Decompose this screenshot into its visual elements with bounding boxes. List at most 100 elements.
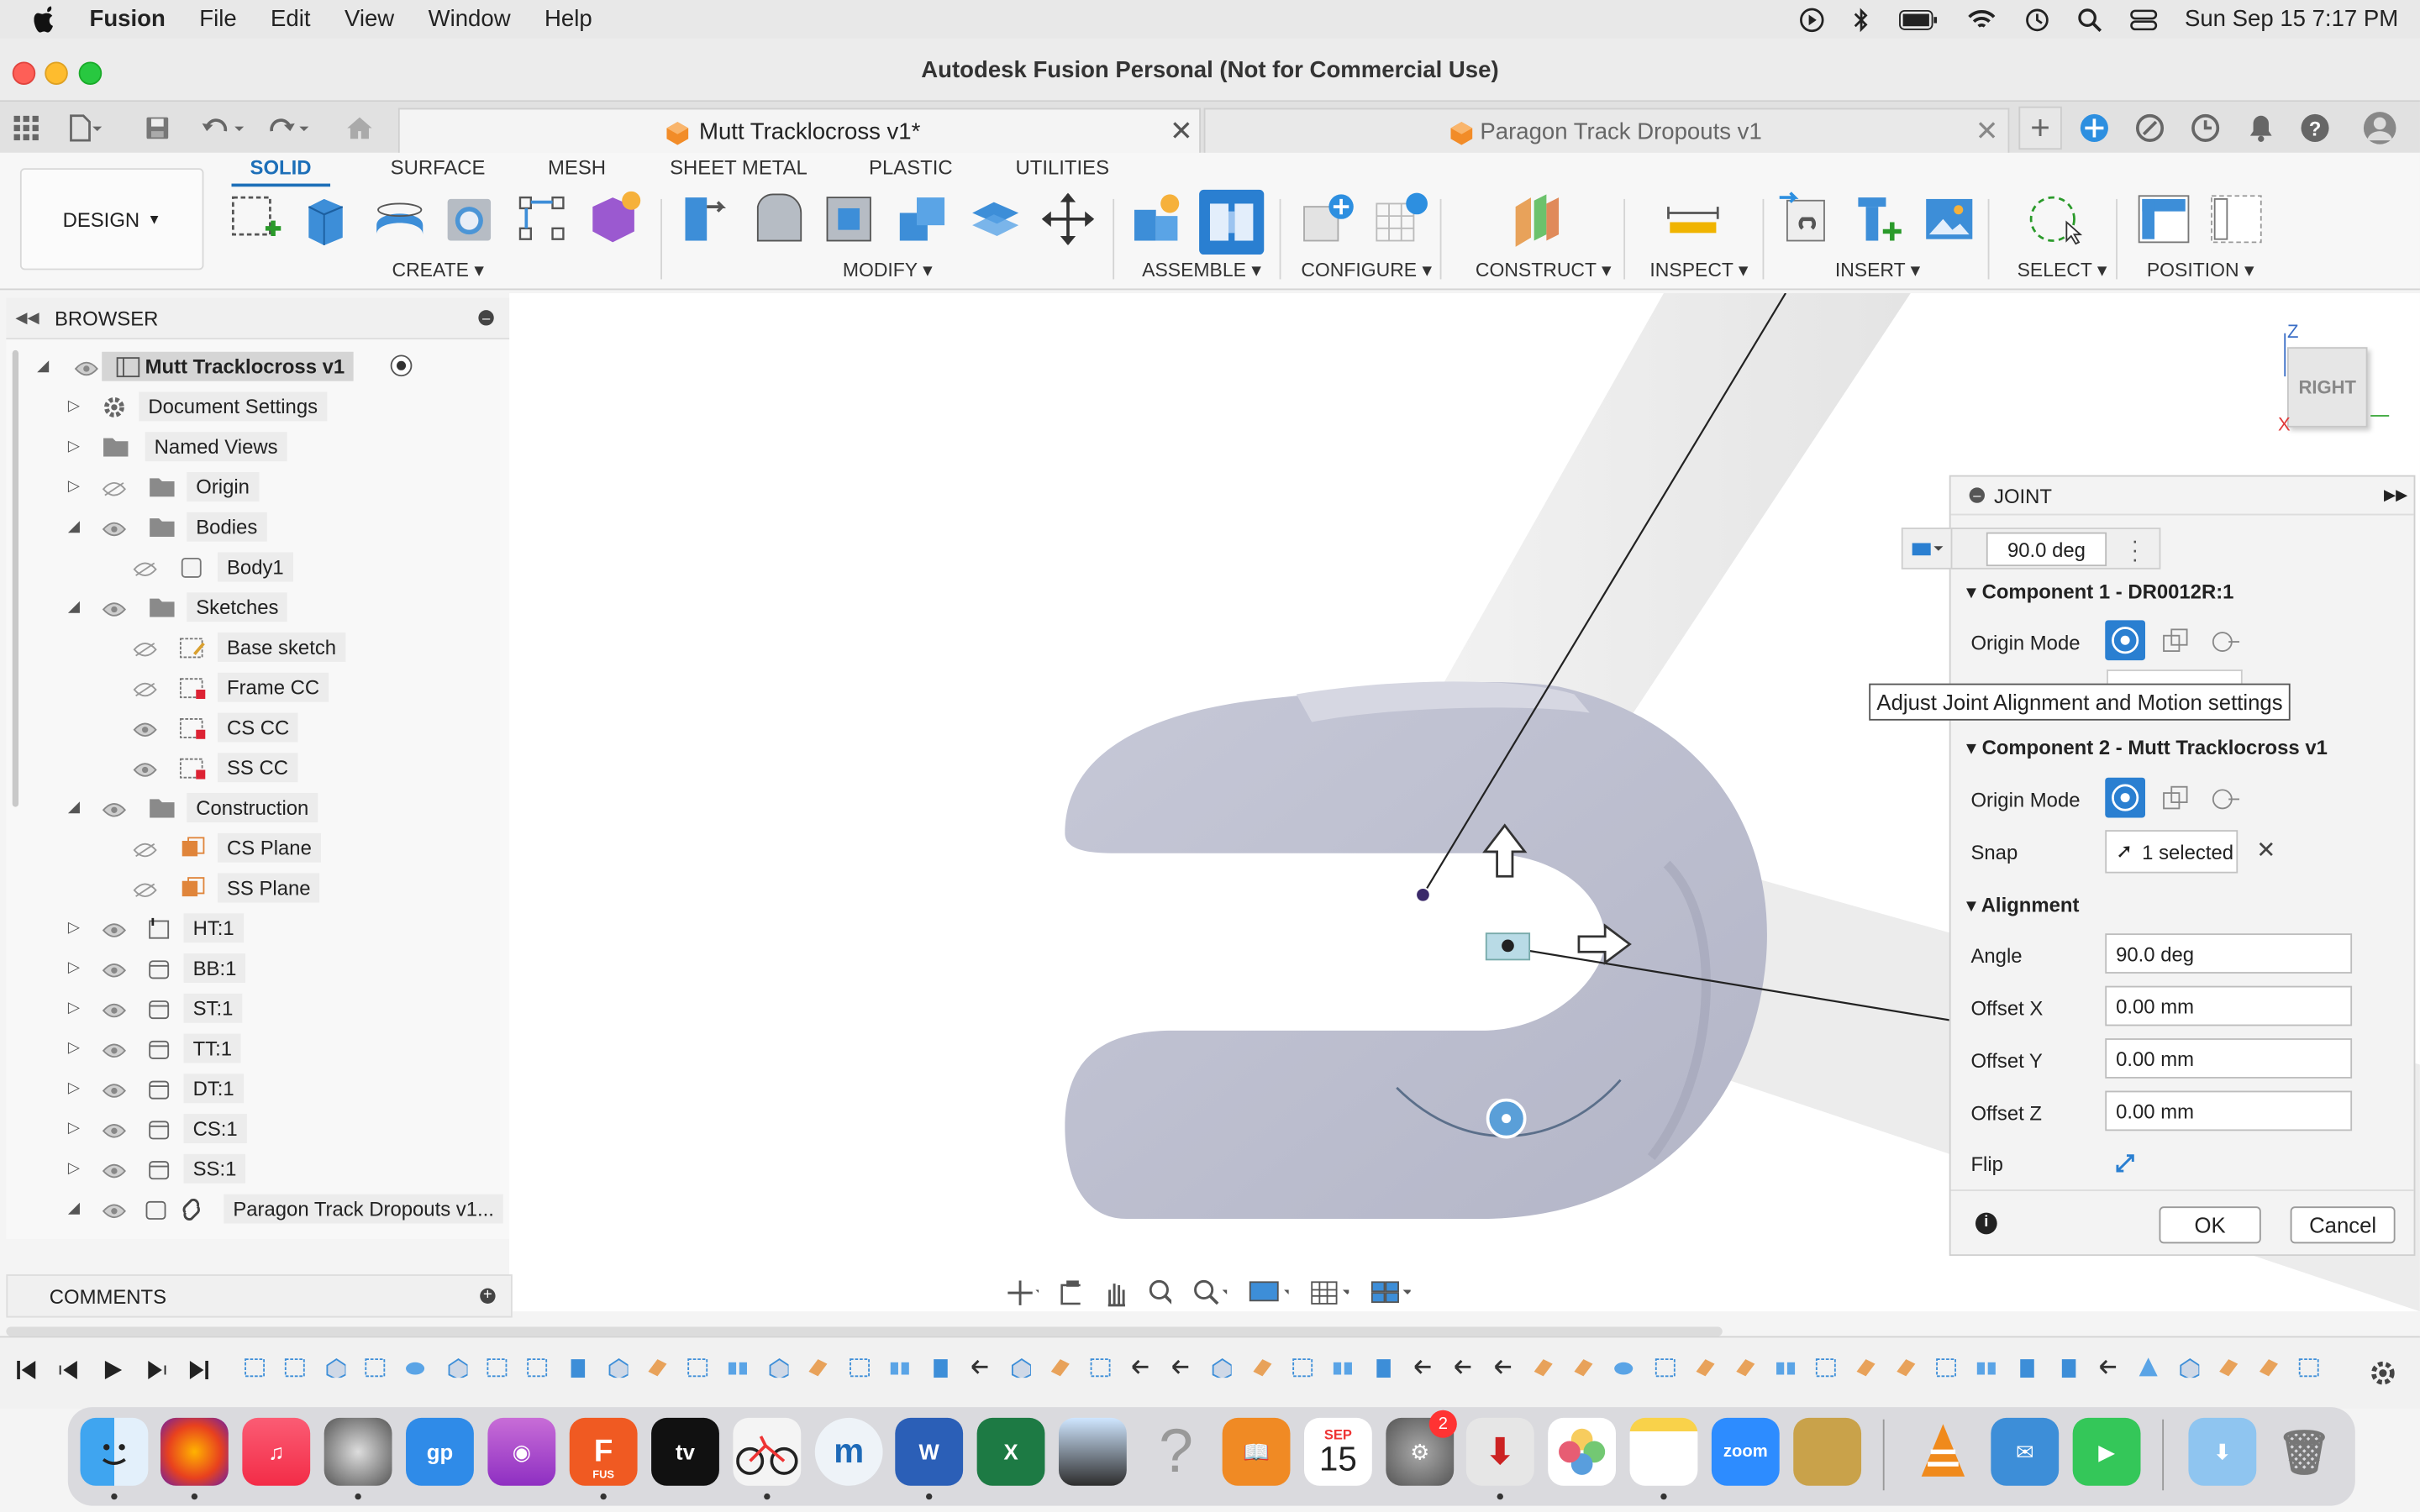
- expanded-triangle-icon[interactable]: ◢: [68, 798, 80, 815]
- select-window-icon[interactable]: [2027, 192, 2082, 247]
- timeline-feature-joint-icon[interactable]: [1976, 1356, 1998, 1378]
- collapse-dialog-icon[interactable]: –: [1969, 487, 1985, 503]
- preview-icon[interactable]: [1058, 1417, 1127, 1486]
- timeline-feature-sketch-icon[interactable]: [526, 1356, 548, 1378]
- mail-icon[interactable]: ✉: [1991, 1417, 2060, 1486]
- browser-tree-item[interactable]: Body1: [6, 549, 509, 583]
- group-assemble[interactable]: ASSEMBLE ▾: [1142, 258, 1261, 281]
- revert-position-icon[interactable]: [2208, 192, 2264, 247]
- control-center-icon[interactable]: [2129, 7, 2157, 31]
- grid-settings-icon[interactable]: [1310, 1279, 1349, 1307]
- hidden-eye-icon[interactable]: [133, 679, 157, 697]
- menu-view[interactable]: View: [345, 6, 394, 32]
- timeline-feature-plane-icon[interactable]: [2258, 1356, 2280, 1378]
- notes-icon[interactable]: [1629, 1417, 1698, 1486]
- timeline-settings-gear-icon[interactable]: [2369, 1359, 2396, 1387]
- group-select[interactable]: SELECT ▾: [2018, 258, 2107, 281]
- collapse-panel-icon[interactable]: ◀◀: [15, 309, 39, 326]
- viewports-icon[interactable]: [1371, 1279, 1411, 1307]
- notifications-bell-icon[interactable]: [2244, 111, 2278, 144]
- capture-position-icon[interactable]: [2136, 192, 2191, 247]
- minimize-panel-icon[interactable]: –: [478, 310, 494, 326]
- comments-panel[interactable]: COMMENTS +: [6, 1274, 513, 1318]
- collapsed-triangle-icon[interactable]: ▷: [68, 1039, 80, 1056]
- recent-history-icon[interactable]: [2188, 111, 2222, 144]
- timeline-feature-sketch-icon[interactable]: [1936, 1356, 1958, 1378]
- hidden-eye-icon[interactable]: [133, 559, 157, 576]
- downloader-icon[interactable]: ⬇: [1465, 1417, 1534, 1486]
- browser-tree-item[interactable]: ▷ HT:1: [6, 911, 509, 944]
- component1-header[interactable]: ▾ Component 1 - DR0012R:1: [1966, 580, 2233, 605]
- fillet-icon[interactable]: [751, 192, 807, 247]
- collapsed-triangle-icon[interactable]: ▷: [68, 477, 80, 494]
- fit-zoom-icon[interactable]: [1193, 1279, 1228, 1307]
- group-position[interactable]: POSITION ▾: [2147, 258, 2254, 281]
- origin-mode-two-faces-icon[interactable]: [2210, 784, 2241, 815]
- go-to-end-icon[interactable]: [188, 1359, 210, 1381]
- browser-tree-item[interactable]: ◢ Sketches: [6, 590, 509, 623]
- collapsed-triangle-icon[interactable]: ▷: [68, 959, 80, 976]
- display-settings-icon[interactable]: [1249, 1279, 1289, 1307]
- music-icon[interactable]: ♫: [242, 1417, 311, 1486]
- timeline-feature-plane-icon[interactable]: [1050, 1356, 1071, 1378]
- visibility-eye-icon[interactable]: [102, 1160, 126, 1179]
- collapsed-triangle-icon[interactable]: ▷: [68, 999, 80, 1016]
- insert-canvas-icon[interactable]: [1922, 192, 1977, 247]
- collapsed-triangle-icon[interactable]: ▷: [68, 438, 80, 454]
- new-tab-plus-icon[interactable]: +: [2018, 106, 2062, 150]
- add-comment-icon[interactable]: +: [480, 1288, 496, 1305]
- hole-icon[interactable]: [443, 192, 498, 247]
- clear-selection-icon[interactable]: ✕: [2256, 836, 2275, 864]
- component2-header[interactable]: ▾ Component 2 - Mutt Tracklocross v1: [1966, 736, 2328, 760]
- timeline-feature-ext-icon[interactable]: [929, 1356, 950, 1378]
- angle-quick-input[interactable]: 90.0 deg: [1986, 532, 2107, 567]
- media-play-icon[interactable]: [1799, 7, 1823, 32]
- firefox-icon[interactable]: [160, 1417, 229, 1486]
- downloads-folder-icon[interactable]: ⬇: [2188, 1417, 2257, 1486]
- timeline-feature-arrow-icon[interactable]: [2096, 1356, 2118, 1378]
- timeline-feature-body-icon[interactable]: [2177, 1356, 2199, 1378]
- timeline-feature-arrow-icon[interactable]: [1130, 1356, 1152, 1378]
- configure-grid-icon[interactable]: [1374, 192, 1429, 247]
- group-configure[interactable]: CONFIGURE ▾: [1301, 258, 1432, 281]
- user-avatar-icon[interactable]: [2363, 111, 2396, 144]
- menu-edit[interactable]: Edit: [271, 6, 310, 32]
- timeline-feature-sketch-icon[interactable]: [848, 1356, 870, 1378]
- zoom-app-icon[interactable]: zoom: [1711, 1417, 1780, 1486]
- data-panel-grid-icon[interactable]: [9, 111, 43, 144]
- move-copy-icon[interactable]: [1040, 192, 1096, 247]
- visibility-eye-icon[interactable]: [102, 920, 126, 937]
- timeline-feature-plane-icon[interactable]: [1251, 1356, 1273, 1378]
- origin-mode-between-icon[interactable]: [2160, 627, 2191, 658]
- spotlight-search-icon[interactable]: [2076, 7, 2102, 32]
- cancel-button[interactable]: Cancel: [2290, 1206, 2396, 1244]
- extensions-icon[interactable]: [2077, 111, 2111, 144]
- browser-root-node[interactable]: ◢ Mutt Tracklocross v1: [6, 349, 509, 382]
- menu-window[interactable]: Window: [429, 6, 511, 32]
- books-icon[interactable]: 📖: [1222, 1417, 1291, 1486]
- browser-tree-item[interactable]: ▷ TT:1: [6, 1031, 509, 1064]
- visibility-eye-icon[interactable]: [74, 358, 98, 376]
- browser-tree-item[interactable]: ▷ Named Views: [6, 429, 509, 463]
- visibility-eye-icon[interactable]: [102, 1120, 126, 1138]
- word-icon[interactable]: W: [895, 1417, 964, 1486]
- pan-hand-icon[interactable]: [1102, 1279, 1126, 1307]
- browser-tree-item[interactable]: ▷ ST:1: [6, 990, 509, 1024]
- cycling-app-icon[interactable]: [733, 1417, 802, 1486]
- expand-dialog-icon[interactable]: ▶▶: [2384, 486, 2407, 503]
- timeline-feature-arrow-icon[interactable]: [969, 1356, 991, 1378]
- vlc-icon[interactable]: [1909, 1418, 1977, 1486]
- calendar-icon[interactable]: SEP 15: [1304, 1417, 1372, 1486]
- visibility-eye-icon[interactable]: [102, 518, 126, 537]
- offset-face-icon[interactable]: [968, 192, 1023, 247]
- visibility-eye-icon[interactable]: [133, 759, 157, 777]
- pattern-icon[interactable]: [515, 192, 571, 247]
- timeline-feature-body-icon[interactable]: [1009, 1356, 1031, 1378]
- timeline-feature-ext-icon[interactable]: [566, 1356, 588, 1378]
- save-icon[interactable]: [140, 111, 174, 144]
- browser-tree-item[interactable]: ◢ Paragon Track Dropouts v1...: [6, 1191, 509, 1225]
- timeline-feature-plane-icon[interactable]: [1694, 1356, 1716, 1378]
- timeline-feature-sketch-icon[interactable]: [365, 1356, 387, 1378]
- timeline-scrollbar[interactable]: [6, 1326, 1723, 1336]
- expanded-triangle-icon[interactable]: ◢: [68, 1200, 80, 1216]
